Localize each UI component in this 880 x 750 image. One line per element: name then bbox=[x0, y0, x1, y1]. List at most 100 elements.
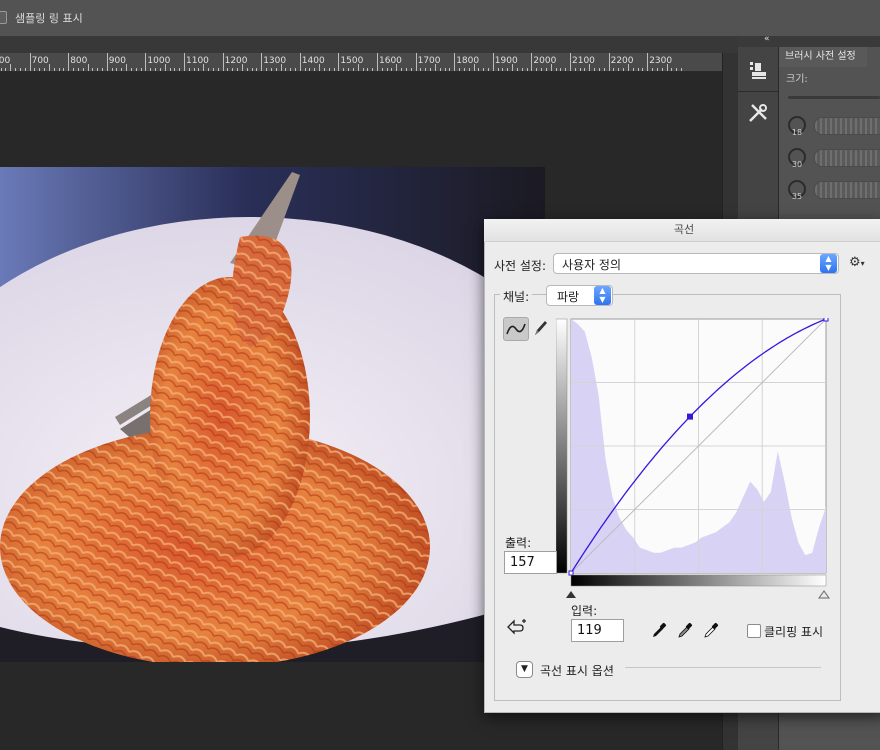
ruler-minor-tick bbox=[169, 68, 171, 71]
ruler-minor-tick bbox=[367, 68, 369, 71]
brush-size-value: 30 bbox=[791, 160, 803, 169]
ruler-major-tick bbox=[222, 53, 224, 71]
ruler-minor-tick bbox=[579, 68, 581, 71]
ruler-minor-tick bbox=[463, 68, 465, 71]
ruler-minor-tick bbox=[362, 68, 364, 71]
ruler-minor-tick bbox=[521, 68, 523, 71]
ruler-minor-tick bbox=[410, 68, 412, 71]
ruler-minor-tick bbox=[391, 68, 393, 71]
brush-size-slider[interactable] bbox=[788, 96, 880, 99]
tools-icon[interactable] bbox=[746, 101, 770, 125]
ruler-minor-tick bbox=[39, 68, 41, 71]
output-label: 출력: bbox=[505, 536, 532, 550]
ruler-minor-tick bbox=[613, 68, 615, 71]
black-eyedropper-icon[interactable] bbox=[651, 621, 667, 643]
ruler-minor-tick bbox=[309, 68, 311, 71]
ruler-minor-tick bbox=[44, 68, 46, 71]
ruler-minor-tick bbox=[126, 64, 128, 71]
tab-brush-preset[interactable]: 브러시 사전 설정 bbox=[779, 47, 867, 67]
ruler-minor-tick bbox=[135, 68, 137, 71]
output-field[interactable]: 157 bbox=[504, 551, 557, 574]
curve-edit-icon[interactable] bbox=[503, 317, 529, 341]
ruler-label: 2200 bbox=[610, 56, 634, 66]
curve-display-options-label: 곡선 표시 옵션 bbox=[540, 664, 614, 678]
preset-label: 사전 설정: bbox=[494, 259, 547, 273]
ruler-minor-tick bbox=[87, 64, 89, 71]
pencil-icon[interactable] bbox=[531, 318, 549, 338]
ruler-minor-tick bbox=[666, 64, 668, 71]
ruler-minor-tick bbox=[565, 68, 567, 71]
ruler-minor-tick bbox=[434, 64, 436, 71]
ruler-minor-tick bbox=[227, 68, 229, 71]
show-sampling-ring-label: 샘플링 링 표시 bbox=[15, 12, 83, 25]
ruler-label: 1100 bbox=[186, 56, 209, 66]
ruler-label: 1500 bbox=[340, 56, 364, 66]
show-sampling-ring-checkbox[interactable] bbox=[0, 11, 7, 24]
collapse-icon[interactable]: « bbox=[764, 34, 770, 44]
ruler-minor-tick bbox=[266, 68, 268, 71]
ruler-minor-tick bbox=[627, 64, 629, 71]
ruler-minor-tick bbox=[155, 68, 157, 71]
ruler-minor-tick bbox=[468, 68, 470, 71]
ruler-minor-tick bbox=[58, 68, 60, 71]
ruler-minor-tick bbox=[77, 68, 79, 71]
brush-size-value: 35 bbox=[791, 192, 803, 201]
output-gradient-bar bbox=[556, 318, 568, 574]
ruler-minor-tick bbox=[483, 68, 485, 71]
curve-graph[interactable] bbox=[556, 318, 831, 601]
black-point-slider[interactable] bbox=[566, 591, 576, 598]
input-field[interactable]: 119 bbox=[571, 619, 624, 642]
ruler-minor-tick bbox=[560, 68, 562, 71]
on-image-adjust-icon[interactable] bbox=[506, 618, 528, 640]
preset-select[interactable]: 사용자 정의 ▲ ▼ bbox=[553, 253, 839, 274]
ruler-minor-tick bbox=[328, 68, 330, 71]
ruler-minor-tick bbox=[545, 68, 547, 71]
ruler-minor-tick bbox=[642, 68, 644, 71]
options-divider bbox=[625, 667, 821, 668]
preset-value: 사용자 정의 bbox=[562, 258, 622, 272]
gear-icon[interactable]: ⚙▾ bbox=[849, 255, 865, 270]
ruler-minor-tick bbox=[396, 64, 398, 71]
curve-control-point[interactable] bbox=[568, 570, 574, 576]
ruler-minor-tick bbox=[116, 68, 118, 71]
ruler-minor-tick bbox=[516, 68, 518, 71]
brush-size-value: 18 bbox=[791, 128, 803, 137]
document-tab-strip bbox=[0, 37, 738, 53]
stamp-icon[interactable] bbox=[746, 59, 770, 83]
white-eyedropper-icon[interactable] bbox=[703, 621, 719, 643]
ruler-minor-tick bbox=[372, 68, 374, 71]
channel-select[interactable]: 파랑 ▲ ▼ bbox=[546, 285, 613, 306]
brush-preset-item[interactable]: 18 bbox=[786, 114, 880, 140]
gray-eyedropper-icon[interactable] bbox=[677, 621, 693, 643]
ruler-minor-tick bbox=[512, 64, 514, 71]
ruler-minor-tick bbox=[584, 68, 586, 71]
ruler-minor-tick bbox=[323, 68, 325, 71]
ruler-minor-tick bbox=[536, 68, 538, 71]
ruler-minor-tick bbox=[425, 68, 427, 71]
ruler-minor-tick bbox=[101, 68, 103, 71]
brush-preset-item[interactable]: 30 bbox=[786, 146, 880, 172]
ruler-minor-tick bbox=[174, 68, 176, 71]
ruler-minor-tick bbox=[34, 68, 36, 71]
ruler-major-tick bbox=[184, 53, 185, 71]
dock-header: « bbox=[738, 34, 880, 47]
show-clipping-checkbox[interactable] bbox=[747, 624, 761, 638]
ruler-minor-tick bbox=[198, 68, 200, 71]
ruler-label: 2300 bbox=[649, 56, 673, 66]
ruler-minor-tick bbox=[0, 68, 2, 71]
brush-preset-item[interactable]: 35 bbox=[786, 178, 880, 204]
ruler-minor-tick bbox=[193, 68, 195, 71]
ruler-major-tick bbox=[531, 53, 533, 71]
ruler-minor-tick bbox=[212, 68, 214, 71]
curve-control-point[interactable] bbox=[823, 318, 829, 322]
white-point-slider[interactable] bbox=[818, 590, 830, 599]
ruler-minor-tick bbox=[632, 68, 634, 71]
ruler-label: 800 bbox=[70, 56, 88, 66]
curve-control-point[interactable] bbox=[687, 413, 693, 420]
ruler-minor-tick bbox=[15, 68, 17, 71]
ruler-label: 2100 bbox=[572, 56, 595, 66]
ruler-minor-tick bbox=[203, 64, 205, 71]
ruler-minor-tick bbox=[487, 68, 489, 71]
disclosure-triangle-icon[interactable]: ▼ bbox=[516, 661, 533, 678]
ruler-minor-tick bbox=[680, 68, 682, 71]
